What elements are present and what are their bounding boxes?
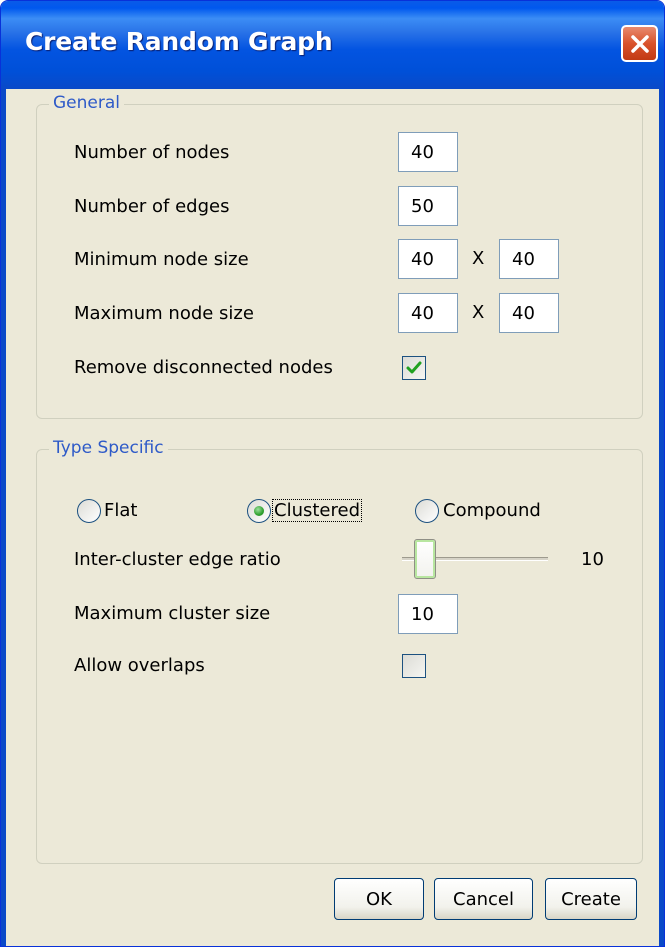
num-nodes-label: Number of nodes xyxy=(74,142,230,163)
dialog-title: Create Random Graph xyxy=(25,27,333,56)
close-button[interactable] xyxy=(621,25,658,62)
inter-cluster-value: 10 xyxy=(581,549,604,570)
cancel-button[interactable]: Cancel xyxy=(434,878,533,920)
dialog-window: Create Random Graph General Number of no… xyxy=(0,0,665,947)
radio-flat[interactable] xyxy=(77,499,101,523)
max-size-height-input[interactable] xyxy=(499,293,559,333)
create-button[interactable]: Create xyxy=(545,878,637,920)
max-size-width-input[interactable] xyxy=(398,293,458,333)
allow-overlaps-label: Allow overlaps xyxy=(74,655,205,676)
close-icon xyxy=(631,35,649,53)
min-size-label: Minimum node size xyxy=(74,249,249,270)
ok-button[interactable]: OK xyxy=(334,878,424,920)
radio-selected-dot xyxy=(254,506,264,516)
max-size-times: X xyxy=(472,302,485,323)
window-border-left xyxy=(1,89,6,946)
remove-disconnected-label: Remove disconnected nodes xyxy=(74,357,333,378)
radio-compound[interactable] xyxy=(415,499,439,523)
min-size-times: X xyxy=(472,248,485,269)
type-specific-legend: Type Specific xyxy=(49,438,168,458)
general-legend: General xyxy=(49,93,124,113)
num-edges-label: Number of edges xyxy=(74,196,230,217)
allow-overlaps-checkbox[interactable] xyxy=(402,654,426,678)
title-bar[interactable]: Create Random Graph xyxy=(1,1,664,89)
remove-disconnected-checkbox[interactable] xyxy=(402,356,426,380)
num-edges-input[interactable] xyxy=(398,186,458,226)
max-cluster-label: Maximum cluster size xyxy=(74,603,271,624)
num-nodes-input[interactable] xyxy=(398,132,458,172)
max-cluster-input[interactable] xyxy=(398,594,458,634)
inter-cluster-slider-thumb[interactable] xyxy=(414,539,437,579)
window-border-right xyxy=(659,89,664,946)
radio-clustered-label[interactable]: Clustered xyxy=(272,499,362,522)
min-size-height-input[interactable] xyxy=(499,239,559,279)
radio-clustered[interactable] xyxy=(247,499,271,523)
inter-cluster-label: Inter-cluster edge ratio xyxy=(74,549,281,570)
min-size-width-input[interactable] xyxy=(398,239,458,279)
radio-flat-label[interactable]: Flat xyxy=(104,500,137,521)
radio-compound-label[interactable]: Compound xyxy=(443,500,541,521)
check-icon xyxy=(406,361,422,374)
max-size-label: Maximum node size xyxy=(74,303,254,324)
